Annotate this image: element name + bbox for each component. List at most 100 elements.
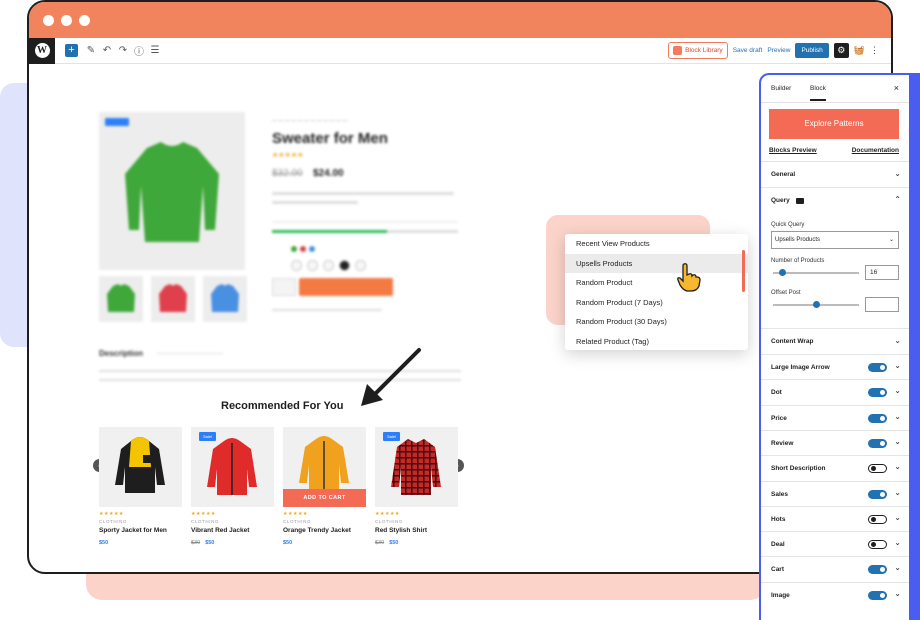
blocks-preview-link[interactable]: Blocks Preview (769, 147, 817, 154)
color-swatch[interactable] (309, 246, 315, 252)
toggle-row: Deal ⌄ (761, 531, 909, 556)
content-wrap-section[interactable]: Content Wrap ⌄ (761, 328, 909, 354)
wordpress-logo-icon[interactable]: W (29, 37, 55, 64)
toggle-switch[interactable] (868, 464, 887, 474)
dropdown-option[interactable]: Random Product (565, 273, 748, 293)
product-card-name[interactable]: Sporty Jacket for Men (99, 527, 182, 534)
quantity-input[interactable] (272, 278, 296, 296)
size-option[interactable] (323, 260, 334, 271)
query-dropdown-menu: Recent View Products Upsells Products Ra… (565, 234, 748, 350)
toggle-switch[interactable] (868, 540, 887, 550)
chevron-down-icon[interactable]: ⌄ (894, 513, 901, 522)
general-section[interactable]: General ⌄ (761, 161, 909, 187)
tab-builder[interactable]: Builder (771, 85, 791, 92)
slider-handle[interactable] (813, 301, 820, 308)
product-card-category: CLOTHING (283, 519, 312, 524)
query-section: Query ⌃ Quick Query Upsells Products ⌄ Nu… (761, 187, 909, 337)
quick-query-label: Quick Query (771, 222, 805, 228)
thumbnail-green[interactable] (99, 276, 143, 322)
product-card-category: CLOTHING (375, 519, 404, 524)
preview-button[interactable]: Preview (767, 47, 790, 54)
thumbnail-red[interactable] (151, 276, 195, 322)
product-card-name[interactable]: Red Stylish Shirt (375, 527, 458, 534)
chevron-down-icon[interactable]: ⌄ (894, 386, 901, 395)
basket-icon[interactable]: 🧺 (854, 45, 865, 56)
publish-button[interactable]: Publish (795, 43, 829, 58)
product-card[interactable]: Sale! ★★★★★ CLOTHING Vibrant Red Jacket … (191, 427, 274, 546)
dropdown-option[interactable]: Random Product (30 Days) (565, 312, 748, 332)
settings-gear-icon[interactable]: ⚙ (833, 43, 849, 58)
chevron-down-icon[interactable]: ⌄ (894, 538, 901, 547)
dropdown-option[interactable]: Related Product (Tag) (565, 332, 748, 351)
chevron-down-icon[interactable]: ⌄ (894, 563, 901, 572)
thumbnail-blue[interactable] (203, 276, 247, 322)
product-card-name[interactable]: Orange Trendy Jacket (283, 527, 366, 534)
add-to-cart-overlay-button[interactable]: ADD TO CART (283, 489, 366, 507)
product-card-category: CLOTHING (191, 519, 220, 524)
toggle-row: Review ⌄ (761, 429, 909, 455)
pointer-arrow-icon (361, 348, 421, 406)
color-swatch[interactable] (291, 246, 297, 252)
add-to-cart-button[interactable] (299, 278, 393, 296)
toggle-switch[interactable] (868, 590, 887, 600)
offset-post-input[interactable] (865, 297, 899, 312)
chevron-down-icon[interactable]: ⌄ (894, 412, 901, 421)
dropdown-option[interactable]: Random Product (7 Days) (565, 293, 748, 313)
toggle-switch[interactable] (868, 388, 887, 398)
number-of-products-input[interactable]: 16 (865, 265, 899, 280)
close-icon[interactable]: × (894, 83, 899, 93)
toggle-switch[interactable] (868, 565, 887, 575)
chevron-down-icon[interactable]: ⌄ (894, 336, 901, 345)
tab-block[interactable]: Block (810, 85, 826, 101)
toggle-switch[interactable] (868, 363, 887, 372)
explore-patterns-button[interactable]: Explore Patterns (769, 109, 899, 139)
product-card-rating: ★★★★★ (375, 511, 400, 517)
slider-handle[interactable] (779, 269, 786, 276)
dropdown-scrollbar[interactable] (742, 250, 745, 292)
add-block-icon[interactable]: + (65, 44, 78, 57)
product-card[interactable]: ADD TO CART ★★★★★ CLOTHING Orange Trendy… (283, 427, 366, 546)
toggle-label: Review (771, 439, 794, 447)
product-card[interactable]: Sale! ★★★★★ CLOTHING Red Stylish Shirt $… (375, 427, 458, 546)
size-option[interactable] (307, 260, 318, 271)
block-library-button[interactable]: Block Library (668, 42, 728, 59)
chevron-down-icon[interactable]: ⌄ (894, 361, 901, 370)
color-swatch[interactable] (300, 246, 306, 252)
quick-query-select[interactable]: Upsells Products ⌄ (771, 231, 899, 249)
toggle-label: Dot (771, 389, 782, 397)
redo-icon[interactable]: ↷ (115, 45, 131, 56)
toggle-row: Dot ⌄ (761, 379, 909, 404)
product-card-price: $30 $50 (191, 540, 215, 546)
dropdown-option-selected[interactable]: Upsells Products (565, 253, 748, 273)
info-icon[interactable]: ⓘ (131, 43, 147, 58)
product-card[interactable]: ★★★★★ CLOTHING Sporty Jacket for Men $50 (99, 427, 182, 546)
toggle-switch[interactable] (868, 514, 887, 524)
save-draft-button[interactable]: Save draft (733, 47, 763, 54)
divider (157, 353, 223, 354)
section-label: Content Wrap (771, 338, 814, 345)
product-card-price: $50 (283, 540, 293, 546)
chevron-up-icon[interactable]: ⌃ (894, 195, 901, 204)
size-option[interactable] (339, 260, 350, 271)
size-option[interactable] (291, 260, 302, 271)
chevron-down-icon[interactable]: ⌄ (894, 462, 901, 471)
documentation-link[interactable]: Documentation (852, 147, 899, 154)
toggle-switch[interactable] (868, 489, 887, 499)
chevron-down-icon[interactable]: ⌄ (894, 437, 901, 446)
product-card-category: CLOTHING (99, 519, 128, 524)
more-options-icon[interactable]: ⋮ (870, 45, 879, 56)
pencil-icon[interactable]: ✎ (83, 45, 99, 56)
chevron-down-icon[interactable]: ⌄ (894, 488, 901, 497)
image-badge (105, 118, 129, 126)
undo-icon[interactable]: ↶ (99, 45, 115, 56)
chevron-down-icon[interactable]: ⌄ (894, 169, 901, 178)
dropdown-option[interactable]: Recent View Products (565, 234, 748, 254)
chevron-down-icon[interactable]: ⌄ (894, 589, 901, 598)
toggle-switch[interactable] (868, 413, 887, 423)
toggle-switch[interactable] (868, 438, 887, 448)
video-icon[interactable] (796, 198, 804, 204)
size-option[interactable] (355, 260, 366, 271)
product-card-name[interactable]: Vibrant Red Jacket (191, 527, 274, 534)
list-view-icon[interactable]: ☰ (147, 45, 163, 56)
description-heading: Description (99, 349, 144, 358)
